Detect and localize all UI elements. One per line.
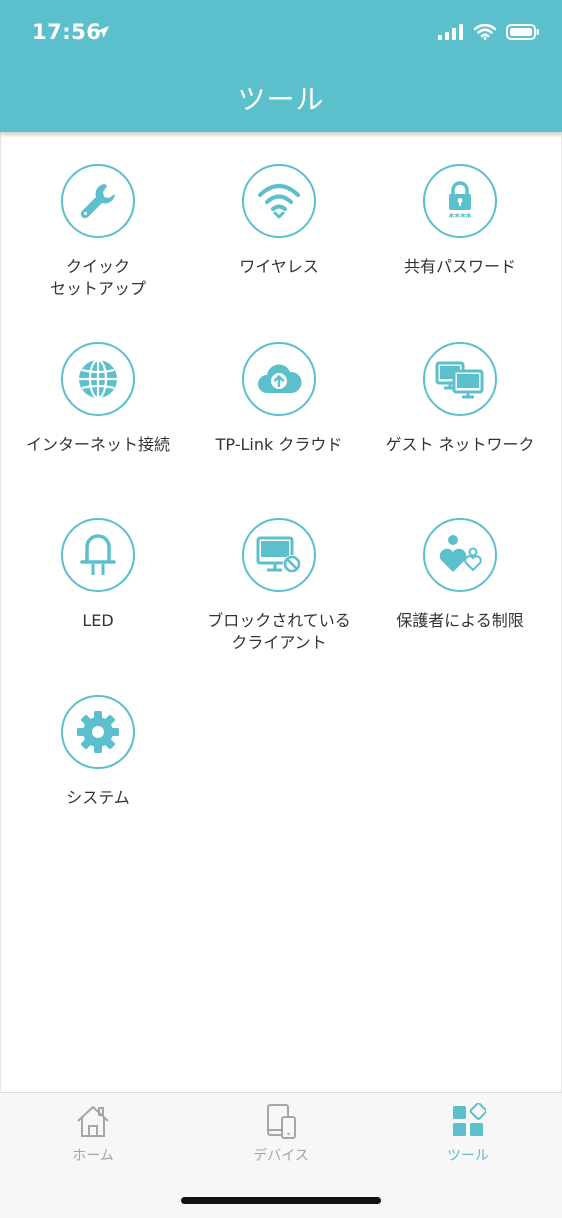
- gear-icon: [61, 695, 135, 769]
- parental-heart-icon: [423, 518, 497, 592]
- led-bulb-icon: [61, 518, 135, 592]
- tool-label: ワイヤレス: [239, 257, 319, 276]
- tool-system[interactable]: システム: [8, 695, 188, 855]
- tool-wireless[interactable]: ワイヤレス: [189, 164, 369, 324]
- tool-label: ゲスト ネットワーク: [385, 435, 535, 454]
- tool-label: クイック セットアップ: [49, 257, 146, 298]
- tool-label: 保護者による制限: [396, 611, 524, 630]
- svg-text:****: ****: [448, 211, 471, 224]
- battery-icon: [506, 24, 539, 40]
- wifi-icon: [242, 164, 316, 238]
- page-title: ツール: [237, 83, 325, 116]
- status-time: 17:56: [32, 20, 102, 44]
- wrench-icon: [61, 164, 135, 238]
- tool-shared-password[interactable]: **** 共有パスワード: [370, 164, 550, 324]
- monitors-icon: [423, 342, 497, 416]
- house-icon: [77, 1106, 109, 1137]
- location-arrow-icon: [97, 26, 109, 38]
- tab-label: ツール: [447, 1148, 489, 1164]
- tool-guest-network[interactable]: ゲスト ネットワーク: [370, 342, 550, 502]
- tool-label: 共有パスワード: [403, 257, 516, 276]
- tab-home[interactable]: ホーム: [23, 1103, 163, 1173]
- home-indicator[interactable]: [181, 1197, 381, 1204]
- devices-icon: [267, 1104, 296, 1139]
- tool-label: インターネット接続: [25, 435, 170, 454]
- tool-tplink-cloud[interactable]: TP-Link クラウド: [189, 342, 369, 502]
- tool-label: システム: [66, 788, 130, 807]
- tool-label: TP-Link クラウド: [215, 435, 343, 454]
- tools-grid: クイック セットアップ ワイヤレス **** 共有パスワード インターネット接続…: [0, 132, 562, 1092]
- tool-parental-controls[interactable]: 保護者による制限: [370, 518, 550, 678]
- cloud-upload-icon: [242, 342, 316, 416]
- tools-grid-icon: [453, 1103, 486, 1136]
- tool-blocked-clients[interactable]: ブロックされている クライアント: [189, 518, 369, 678]
- tab-label: デバイス: [253, 1148, 309, 1164]
- tab-devices[interactable]: デバイス: [211, 1103, 351, 1173]
- tab-label: ホーム: [72, 1148, 114, 1164]
- tool-label: LED: [82, 611, 114, 630]
- tool-led[interactable]: LED: [8, 518, 188, 678]
- tool-label: ブロックされている クライアント: [207, 611, 351, 652]
- status-indicators: [438, 24, 540, 40]
- globe-icon: [61, 342, 135, 416]
- blocked-monitor-icon: [242, 518, 316, 592]
- app-header: 17:56 ツール: [0, 0, 562, 132]
- tool-internet-connection[interactable]: インターネット接続: [8, 342, 188, 502]
- tab-tools[interactable]: ツール: [398, 1103, 538, 1173]
- signal-bars-icon: [438, 24, 463, 40]
- tool-quick-setup[interactable]: クイック セットアップ: [8, 164, 188, 324]
- wifi-status-icon: [474, 24, 496, 40]
- lock-password-icon: ****: [423, 164, 497, 238]
